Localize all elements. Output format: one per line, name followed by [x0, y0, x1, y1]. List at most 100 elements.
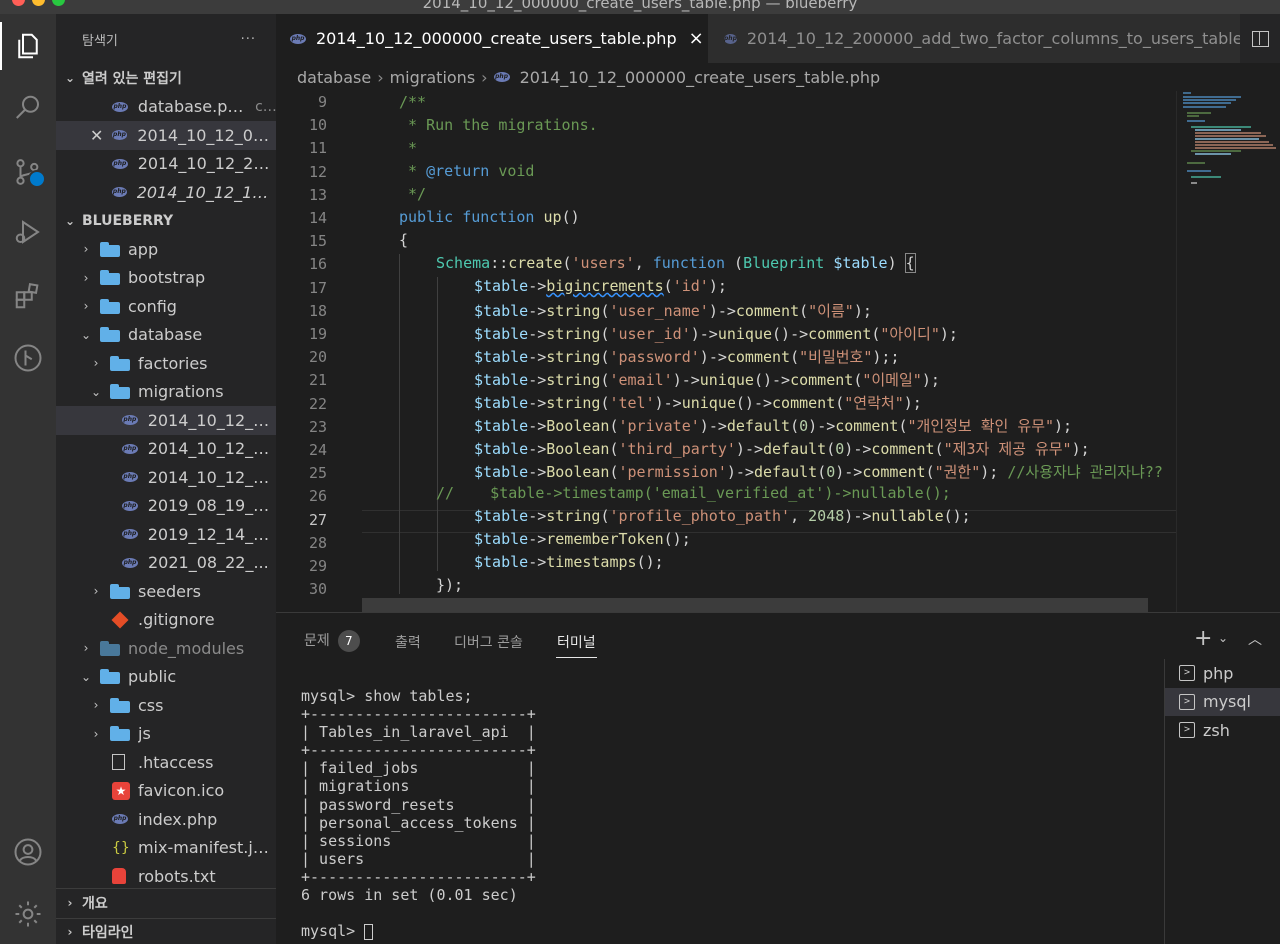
- line-number: 30: [308, 580, 327, 599]
- file-index-php[interactable]: php index.php: [56, 805, 276, 834]
- line-number: 14: [308, 209, 327, 227]
- line-number: 12: [308, 162, 327, 181]
- file-migration[interactable]: php 2021_08_22_...: [56, 549, 276, 578]
- line-number: 24: [308, 441, 327, 459]
- tab-add-two-factor[interactable]: php 2014_10_12_200000_add_two_factor_col…: [708, 14, 1240, 63]
- file-mix-manifest[interactable]: {} mix-manifest.js...: [56, 834, 276, 863]
- chevron-down-icon[interactable]: ⌄: [1218, 631, 1228, 645]
- code-editor[interactable]: 9 10 11 12 13 14 15 16 17 18 19 20 21 22 23 24 25 26 27 28 2…: [276, 91, 1176, 612]
- code-line: $table->Boolean('third_party')->default(…: [474, 440, 1090, 458]
- explorer-sidebar: 탐색기 ··· ⌄ 열려 있는 편집기 php database.php c...…: [56, 14, 276, 944]
- open-editors-section[interactable]: ⌄ 열려 있는 편집기: [56, 64, 276, 93]
- folder-bootstrap[interactable]: › bootstrap: [56, 264, 276, 293]
- breadcrumb-item[interactable]: 2014_10_12_000000_create_users_table.php: [520, 68, 881, 87]
- open-editors-label: 열려 있는 편집기: [82, 71, 182, 88]
- folder-icon: [100, 241, 120, 257]
- breadcrumb-item[interactable]: database: [297, 68, 371, 87]
- file-gitignore[interactable]: .gitignore: [56, 606, 276, 635]
- folder-js[interactable]: › js: [56, 720, 276, 749]
- tab-create-users-table[interactable]: php 2014_10_12_000000_create_users_table…: [276, 14, 708, 63]
- outline-section[interactable]: › 개요: [56, 889, 276, 918]
- php-file-icon: php: [122, 557, 138, 568]
- file-migration[interactable]: php 2014_10_12_1...: [56, 435, 276, 464]
- code-line: $table->string('user_id')->unique()->com…: [474, 325, 958, 343]
- maximize-panel-chevron-up-icon[interactable]: ︿: [1248, 629, 1262, 649]
- code-line: $table->bigincrements('id');: [474, 277, 727, 295]
- tab-output[interactable]: 출력: [395, 632, 421, 662]
- folder-node-modules[interactable]: › node_modules: [56, 634, 276, 663]
- problems-count-badge: 7: [337, 630, 360, 652]
- close-editor-icon[interactable]: ✕: [90, 126, 112, 145]
- open-editor-item[interactable]: php 2014_10_12_100...: [56, 178, 276, 207]
- folder-config[interactable]: › config: [56, 292, 276, 321]
- file-migration[interactable]: php 2019_12_14_0...: [56, 520, 276, 549]
- file-migration[interactable]: php 2014_10_12_2...: [56, 463, 276, 492]
- folder-seeders[interactable]: › seeders: [56, 577, 276, 606]
- file-favicon[interactable]: ★ favicon.ico: [56, 777, 276, 806]
- line-number: 19: [308, 325, 327, 343]
- robot-icon: [112, 868, 126, 885]
- line-number: 20: [308, 348, 327, 367]
- clock-badge-icon: [28, 170, 46, 188]
- code-line: /**: [399, 93, 427, 111]
- folder-public[interactable]: ⌄ public: [56, 663, 276, 692]
- folder-icon: [100, 640, 120, 656]
- folder-factories[interactable]: › factories: [56, 349, 276, 378]
- open-editor-item[interactable]: php 2014_10_12_20...: [56, 150, 276, 179]
- line-number: 17: [308, 278, 327, 297]
- bottom-panel: 문제 7 출력 디버그 콘솔 터미널 + ⌄ ︿ mysql> show tabl…: [276, 612, 1280, 944]
- terminal-prompt: mysql>: [301, 922, 365, 941]
- project-section[interactable]: ⌄ BLUEBERRY: [56, 207, 276, 236]
- code-line: */: [399, 185, 427, 203]
- title-bar: 2014_10_12_000000_create_users_table.php…: [0, 0, 1280, 14]
- minimap[interactable]: [1176, 91, 1280, 612]
- terminal-item-mysql[interactable]: > mysql: [1165, 687, 1280, 716]
- folder-icon: [110, 726, 130, 742]
- split-editor-icon[interactable]: [1240, 14, 1280, 63]
- open-editor-item[interactable]: php database.php c...: [56, 93, 276, 122]
- search-icon[interactable]: [0, 84, 56, 132]
- open-editor-item-active[interactable]: ✕ php 2014_10_12_00...: [56, 121, 276, 150]
- horizontal-scrollbar[interactable]: [362, 598, 1148, 612]
- breadcrumb-item[interactable]: migrations: [390, 68, 476, 87]
- run-debug-icon[interactable]: [0, 208, 56, 256]
- file-icon: [112, 754, 125, 771]
- php-file-icon: php: [112, 101, 128, 112]
- git-icon: [111, 611, 129, 629]
- terminal-output[interactable]: mysql> show tables; +-------------------…: [301, 687, 536, 941]
- code-line: $table->string('profile_photo_path', 204…: [474, 507, 971, 525]
- file-migration[interactable]: php 2019_08_19_0...: [56, 492, 276, 521]
- source-control-icon[interactable]: [0, 148, 56, 196]
- indent-guide: [399, 254, 400, 594]
- folder-icon: [110, 583, 130, 599]
- folder-database[interactable]: ⌄ database: [56, 321, 276, 350]
- account-icon[interactable]: [0, 828, 56, 876]
- new-terminal-plus-icon[interactable]: +: [1194, 626, 1212, 651]
- folder-app[interactable]: › app: [56, 235, 276, 264]
- line-number: 27: [308, 510, 327, 529]
- code-line: $table->Boolean('permission')->default(0…: [474, 463, 1163, 481]
- tab-debug-console[interactable]: 디버그 콘솔: [454, 632, 523, 662]
- tab-problems[interactable]: 문제 7: [304, 630, 360, 660]
- file-migration[interactable]: php 2014_10_12_0...: [56, 406, 276, 435]
- timeline-section[interactable]: › 타임라인: [56, 917, 276, 944]
- folder-css[interactable]: › css: [56, 691, 276, 720]
- tab-terminal[interactable]: 터미널: [556, 632, 597, 658]
- terminal-item-zsh[interactable]: > zsh: [1165, 716, 1280, 745]
- close-tab-icon[interactable]: ×: [689, 28, 704, 49]
- file-htaccess[interactable]: .htaccess: [56, 748, 276, 777]
- terminal-item-php[interactable]: > php: [1165, 659, 1280, 688]
- php-file-icon: php: [112, 158, 128, 169]
- file-robots[interactable]: robots.txt: [56, 862, 276, 891]
- folder-migrations[interactable]: ⌄ migrations: [56, 378, 276, 407]
- more-actions-icon[interactable]: ···: [241, 32, 256, 47]
- explorer-icon[interactable]: [0, 22, 56, 70]
- code-line: });: [436, 576, 464, 594]
- git-graph-icon[interactable]: [0, 334, 56, 382]
- explorer-title: 탐색기: [82, 33, 118, 49]
- extensions-icon[interactable]: [0, 272, 56, 320]
- settings-gear-icon[interactable]: [0, 890, 56, 938]
- line-number: 13: [308, 185, 327, 204]
- line-number: 28: [308, 533, 327, 552]
- php-file-icon: php: [122, 415, 138, 426]
